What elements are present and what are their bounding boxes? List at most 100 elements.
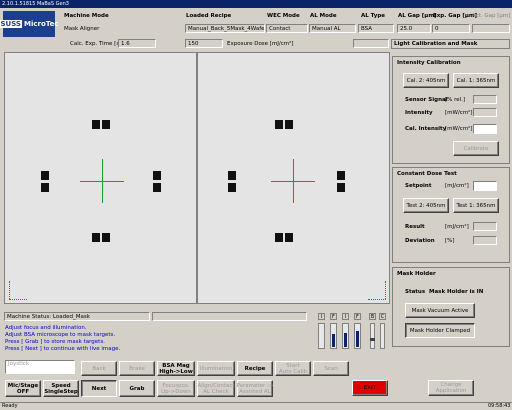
wec-mode-label: WEC Mode [267, 13, 300, 19]
meter-label: I [342, 313, 349, 320]
header-blank-field [353, 39, 389, 48]
exp-gap-label: Exp. Gap [µm] [433, 13, 478, 19]
cal-intensity-label: Cal. Intensity [405, 126, 447, 132]
calc-exp-time-field: 1.6 [118, 39, 156, 48]
intensity-label: Intensity [405, 110, 433, 116]
wec-mode-field: Contact [266, 24, 308, 33]
c-meter-label: C [379, 313, 386, 320]
scan-button[interactable]: Scan [313, 361, 349, 376]
status-ready: Ready [2, 403, 18, 409]
cal-intensity-unit: [mW/cm²] [445, 126, 473, 132]
result-label: Result [405, 224, 425, 230]
exposure-dose-field: 150 [185, 39, 223, 48]
constant-dose-test-title: Constant Dose Test [397, 171, 457, 177]
status-bar: Ready 09:58:43 [0, 402, 512, 410]
section-title: Light Calibration and Mask [391, 39, 510, 49]
window-title: 2.10.1.51815 MaBaS Gen3 [0, 0, 512, 8]
al-gap-label: AL Gap [µm] [398, 13, 437, 19]
b-slider[interactable] [370, 323, 375, 349]
change-application-button[interactable]: Change Application [428, 380, 474, 396]
meter-label: F [354, 313, 361, 320]
mask-holder-status-value: Mask Holder is IN [429, 289, 484, 295]
setpoint-label: Setpoint [405, 183, 432, 189]
machine-status: Machine Status: Loaded_Mask [4, 312, 150, 321]
intensity-calibration-panel: Intensity Calibration Cal. 2: 405nm Cal.… [392, 56, 510, 164]
deviation-unit: [%] [445, 238, 455, 244]
al-gap-field: 25.0 [397, 24, 431, 33]
camera-view-left[interactable] [4, 52, 197, 304]
logo-box-text: SUSS [0, 20, 22, 28]
result-field [473, 222, 497, 231]
deviation-field [473, 236, 497, 245]
next-button[interactable]: Next [81, 380, 117, 397]
exit-button[interactable]: EXIT [352, 380, 388, 396]
instruction-line: Adjust focus and illumination. [5, 325, 87, 331]
focuspos-button[interactable]: Focuspos. Up->Down [157, 380, 195, 397]
corner-marker [9, 299, 27, 301]
setpoint-input[interactable] [473, 181, 497, 191]
sensor-signal-field [473, 95, 497, 104]
mask-holder-clamped-button[interactable]: Mask Holder Clamped [405, 323, 475, 338]
joystick-field[interactable]: Joystick [5, 360, 75, 374]
calibrate-button[interactable]: Calibrate [453, 141, 499, 156]
machine-mode-value: Mask Aligner [64, 26, 100, 32]
speed-button[interactable]: Speed SingleStep [43, 380, 79, 397]
corner-marker [368, 299, 386, 301]
recipe-button[interactable]: Recipe [237, 361, 273, 376]
level-meter [342, 323, 349, 349]
c-slider[interactable] [380, 323, 385, 349]
machine-mode-label: Machine Mode [64, 13, 109, 19]
deviation-label: Deviation [405, 238, 435, 244]
sensor-signal-unit: [% rel.] [445, 97, 466, 103]
camera-view-right[interactable] [197, 52, 390, 304]
constant-dose-test-panel: Constant Dose Test Setpoint [mJ/cm²] Tes… [392, 167, 510, 263]
mask-holder-status-label: Status [405, 289, 426, 295]
bsa-mag-button[interactable]: BSA Mag High->Low [157, 361, 195, 376]
logo-text: MicroTec [23, 20, 59, 28]
act-gap-field [472, 24, 510, 33]
act-gap-label: Act. Gap [µm] [472, 13, 511, 19]
level-meter [318, 323, 325, 349]
al-type-label: AL Type [361, 13, 386, 19]
level-meter [354, 323, 361, 349]
back-button[interactable]: Back [81, 361, 117, 376]
brake-button[interactable]: Brake [119, 361, 155, 376]
suss-logo: SUSS MicroTec [0, 11, 59, 37]
setpoint-unit: [mJ/cm²] [445, 183, 469, 189]
illumination-button[interactable]: Illumination [197, 361, 235, 376]
level-meter [330, 323, 337, 349]
parameter-assisted-al-button[interactable]: Parameter -> Assisted AL [237, 380, 273, 397]
cal1-365nm-button[interactable]: Cal. 1: 365nm [453, 73, 499, 88]
crosshair-horizontal [80, 181, 124, 182]
instruction-line: Press [ Grab ] to store mask targets. [5, 339, 105, 345]
al-mode-label: AL Mode [310, 13, 337, 19]
mic-stage-toggle-button[interactable]: Mic/Stage OFF [5, 380, 41, 397]
meter-label: F [330, 313, 337, 320]
meter-label: I [318, 313, 325, 320]
status-time: 09:58:43 [488, 403, 511, 409]
corner-marker [9, 281, 11, 299]
crosshair-horizontal [271, 181, 315, 182]
mask-holder-title: Mask Holder [397, 271, 436, 277]
exp-gap-field: 0 [432, 24, 470, 33]
result-unit: [mJ/cm²] [445, 224, 469, 230]
cal2-405nm-button[interactable]: Cal. 2: 405nm [403, 73, 449, 88]
loaded-recipe-label: Loaded Recipe [186, 13, 232, 19]
test1-365nm-button[interactable]: Test 1: 365nm [453, 198, 499, 213]
cal-intensity-input[interactable] [473, 124, 497, 134]
intensity-field [473, 108, 497, 117]
al-mode-field: Manual AL [309, 24, 356, 33]
sensor-signal-label: Sensor Signal [405, 97, 448, 103]
calc-exp-time-label: Calc. Exp. Time [s] [70, 41, 122, 47]
mask-holder-panel: Mask Holder Status Mask Holder is IN Mas… [392, 267, 510, 347]
test2-405nm-button[interactable]: Test 2: 405nm [403, 198, 449, 213]
instruction-line: Press [ Next ] to continue with live ima… [5, 346, 121, 352]
start-auto-calib-button[interactable]: Start Auto Calib [275, 361, 311, 376]
mask-vacuum-active-button[interactable]: Mask Vacuum Active [405, 303, 475, 318]
instructions: Adjust focus and illumination. Adjust BS… [5, 325, 305, 353]
align-contact-button[interactable]: Align/Contact AL Check [197, 380, 235, 397]
grab-button[interactable]: Grab [119, 380, 155, 397]
machine-status-extra [152, 312, 307, 321]
loaded-recipe-field: Manual_Back_5Mask_4Wafe [185, 24, 265, 33]
b-meter-label: B [369, 313, 376, 320]
